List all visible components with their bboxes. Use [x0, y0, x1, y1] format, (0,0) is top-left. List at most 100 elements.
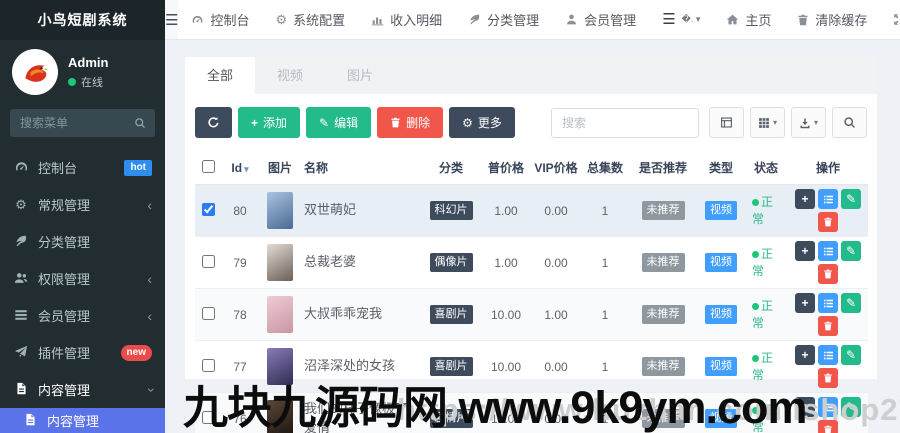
main-area: ☰ 控制台 ⚙ 系统配置 收入明细 分类管理 会员管理 ☰ �. ▾ 主页 清除…: [165, 0, 900, 433]
delete-row-button[interactable]: [818, 212, 838, 232]
drama-thumbnail[interactable]: [267, 244, 293, 281]
delete-row-button[interactable]: [818, 420, 838, 433]
nav-menu-dropdown[interactable]: ☰ �. ▾: [649, 0, 713, 39]
row-image-cell: [258, 340, 302, 393]
expand-button[interactable]: +: [795, 293, 815, 313]
status-label[interactable]: 正常: [752, 194, 780, 228]
row-type-cell: 视频: [698, 288, 744, 341]
recommend-badge[interactable]: 未推荐: [641, 252, 685, 273]
nav-item-dashboard[interactable]: 控制台: [178, 0, 262, 39]
file-icon: [22, 413, 38, 429]
delete-row-button[interactable]: [818, 316, 838, 336]
sidebar-item-category[interactable]: 分类管理: [0, 223, 165, 260]
delete-row-button[interactable]: [818, 264, 838, 284]
row-category-cell: 剧情片: [420, 392, 482, 433]
category-badge: 喜剧片: [429, 356, 473, 377]
tab-video[interactable]: 视频: [255, 57, 325, 94]
edit-row-button[interactable]: ✎: [841, 189, 861, 209]
sidebar-item-plugin[interactable]: 插件管理 new: [0, 334, 165, 371]
sidebar-item-member[interactable]: 会员管理 ‹: [0, 297, 165, 334]
drama-thumbnail[interactable]: [267, 400, 293, 433]
delete-button[interactable]: 删除: [377, 107, 444, 138]
list-icon: [823, 299, 833, 307]
row-name: 我们的样子像极了爱情: [302, 392, 420, 433]
table-row[interactable]: 78 大叔乖乖宠我 喜剧片 10.00 1.00 1 未推荐 视频 正常 + ✎: [195, 288, 868, 341]
select-all-checkbox[interactable]: [202, 159, 215, 173]
row-checkbox[interactable]: [202, 202, 215, 216]
row-checkbox[interactable]: [202, 306, 215, 320]
table-row[interactable]: 80 双世萌妃 科幻片 1.00 0.00 1 未推荐 视频 正常 + ✎: [195, 184, 868, 237]
row-actions-cell: + ✎: [788, 184, 868, 237]
edit-row-button[interactable]: ✎: [841, 345, 861, 365]
sidebar-item-dashboard[interactable]: 控制台 hot: [0, 149, 165, 186]
recommend-badge[interactable]: 未推荐: [641, 304, 685, 325]
recommend-badge[interactable]: 未推荐: [641, 356, 685, 377]
expand-button[interactable]: +: [795, 241, 815, 261]
add-button[interactable]: + 添加: [238, 107, 301, 138]
sidebar-subitem-content-active[interactable]: 内容管理: [0, 408, 165, 433]
row-checkbox[interactable]: [202, 358, 215, 372]
more-button[interactable]: ⚙ 更多: [449, 107, 515, 138]
episodes-list-button[interactable]: [818, 345, 838, 365]
row-checkbox[interactable]: [202, 254, 215, 268]
sidebar-item-permission[interactable]: 权限管理 ‹: [0, 260, 165, 297]
user-icon: [565, 13, 578, 26]
nav-item-income[interactable]: 收入明细: [358, 0, 455, 39]
table-row[interactable]: 77 沼泽深处的女孩 喜剧片 10.00 0.00 1 未推荐 视频 正常 + …: [195, 340, 868, 393]
drama-thumbnail[interactable]: [267, 348, 293, 385]
top-navbar: ☰ 控制台 ⚙ 系统配置 收入明细 分类管理 会员管理 ☰ �. ▾ 主页 清除…: [165, 0, 900, 40]
row-checkbox[interactable]: [202, 410, 215, 424]
detail-view-button[interactable]: [708, 107, 744, 138]
table-search-input[interactable]: [550, 107, 699, 138]
episodes-list-button[interactable]: [818, 241, 838, 261]
sidebar-item-general[interactable]: ⚙ 常规管理 ‹: [0, 186, 165, 223]
row-type-cell: 视频: [698, 236, 744, 289]
nav-item-member[interactable]: 会员管理: [552, 0, 649, 39]
status-label[interactable]: 正常: [752, 298, 780, 332]
episodes-list-button[interactable]: [818, 397, 838, 417]
chevron-left-icon: ‹: [147, 270, 152, 287]
status-dot-icon: [752, 250, 759, 258]
caret-down-icon: �. ▾: [681, 14, 701, 24]
tab-all[interactable]: 全部: [185, 57, 256, 94]
table-row[interactable]: 79 总裁老婆 偶像片 1.00 0.00 1 未推荐 视频 正常 + ✎: [195, 236, 868, 289]
row-category-cell: 科幻片: [420, 184, 482, 237]
expand-button[interactable]: +: [795, 345, 815, 365]
user-panel: Admin 在线: [0, 40, 165, 101]
tab-image[interactable]: 图片: [325, 57, 395, 94]
fullscreen-button[interactable]: [880, 0, 900, 39]
drama-thumbnail[interactable]: [267, 192, 293, 229]
nav-item-home[interactable]: 主页: [713, 0, 784, 39]
search-button[interactable]: [832, 107, 867, 138]
brush-icon: [13, 234, 29, 250]
sidebar-item-content[interactable]: 内容管理 ‹: [0, 371, 165, 408]
status-label[interactable]: 正常: [752, 350, 780, 384]
status-label[interactable]: 正常: [752, 402, 780, 433]
list-icon: [823, 403, 833, 411]
nav-item-category[interactable]: 分类管理: [455, 0, 552, 39]
edit-button[interactable]: ✎ 编辑: [306, 107, 372, 138]
expand-button[interactable]: +: [795, 397, 815, 417]
export-dropdown-button[interactable]: ▾: [790, 107, 826, 138]
recommend-badge[interactable]: 未推荐: [641, 200, 685, 221]
delete-row-button[interactable]: [818, 368, 838, 388]
edit-row-button[interactable]: ✎: [841, 241, 861, 261]
sidebar-toggle-button[interactable]: ☰: [165, 0, 179, 39]
pencil-icon: ✎: [845, 348, 857, 362]
row-status-cell: 正常: [744, 392, 788, 433]
nav-item-settings[interactable]: ⚙ 系统配置: [262, 0, 358, 39]
episodes-list-button[interactable]: [818, 189, 838, 209]
status-label[interactable]: 正常: [752, 246, 780, 280]
nav-item-clear-cache[interactable]: 清除缓存: [784, 0, 880, 39]
row-recommend-cell: 未推荐: [628, 236, 698, 289]
expand-button[interactable]: +: [795, 189, 815, 209]
edit-row-button[interactable]: ✎: [841, 397, 861, 417]
refresh-button[interactable]: [195, 107, 232, 138]
recommend-badge[interactable]: 未推荐: [641, 408, 685, 429]
edit-row-button[interactable]: ✎: [841, 293, 861, 313]
header-id[interactable]: Id ▾: [222, 151, 258, 185]
columns-dropdown-button[interactable]: ▾: [749, 107, 785, 138]
episodes-list-button[interactable]: [818, 293, 838, 313]
table-row[interactable]: 76 我们的样子像极了爱情 剧情片 10.00 0.00 1 未推荐 视频 正常…: [195, 392, 868, 433]
drama-thumbnail[interactable]: [267, 296, 293, 333]
